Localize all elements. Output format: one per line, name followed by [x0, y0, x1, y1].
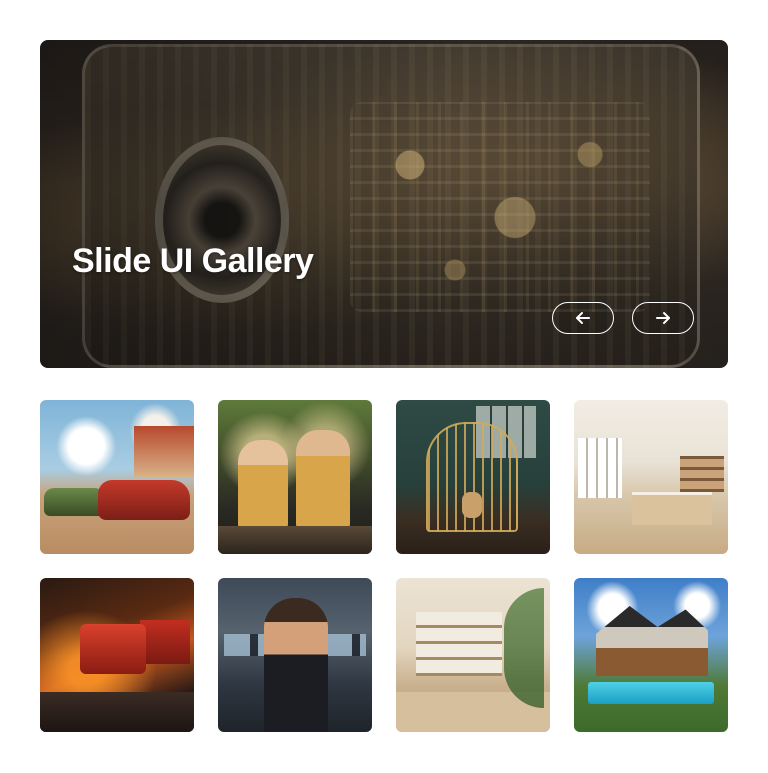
thumbnail-modern-house-pool[interactable] — [574, 578, 728, 732]
thumbnail-library-interior[interactable] — [396, 578, 550, 732]
thumbnail-chefs-cooking[interactable] — [218, 400, 372, 554]
thumbnail-dog-in-cage[interactable] — [396, 400, 550, 554]
hero-title: Slide UI Gallery — [72, 242, 314, 280]
table-shape — [218, 526, 372, 554]
chef-man-shape — [296, 430, 350, 530]
windows-shape — [578, 438, 622, 498]
prev-slide-button[interactable] — [552, 302, 614, 334]
woman-shape — [264, 598, 328, 732]
desk-shape — [632, 492, 712, 525]
pool-shape — [588, 682, 714, 704]
hero-slide: Slide UI Gallery — [40, 40, 728, 368]
next-slide-button[interactable] — [632, 302, 694, 334]
arrow-left-icon — [576, 312, 590, 324]
hero-shade — [40, 40, 728, 368]
truck-shape — [80, 624, 146, 674]
trailer-shape — [140, 620, 190, 664]
shelf-shape — [680, 456, 724, 492]
house-shape — [134, 426, 194, 478]
arrow-right-icon — [656, 312, 670, 324]
plant-arch-shape — [504, 588, 544, 708]
road-shape — [40, 692, 194, 732]
dog-shape — [462, 492, 482, 518]
thumbnail-classic-cars[interactable] — [40, 400, 194, 554]
thumbnail-modern-office[interactable] — [574, 400, 728, 554]
thumbnail-truck-night[interactable] — [40, 578, 194, 732]
thumbnail-businesswoman[interactable] — [218, 578, 372, 732]
shelves-shape — [416, 612, 502, 676]
house-shape — [596, 606, 708, 676]
car-red-shape — [98, 480, 190, 520]
chef-woman-shape — [238, 440, 288, 530]
